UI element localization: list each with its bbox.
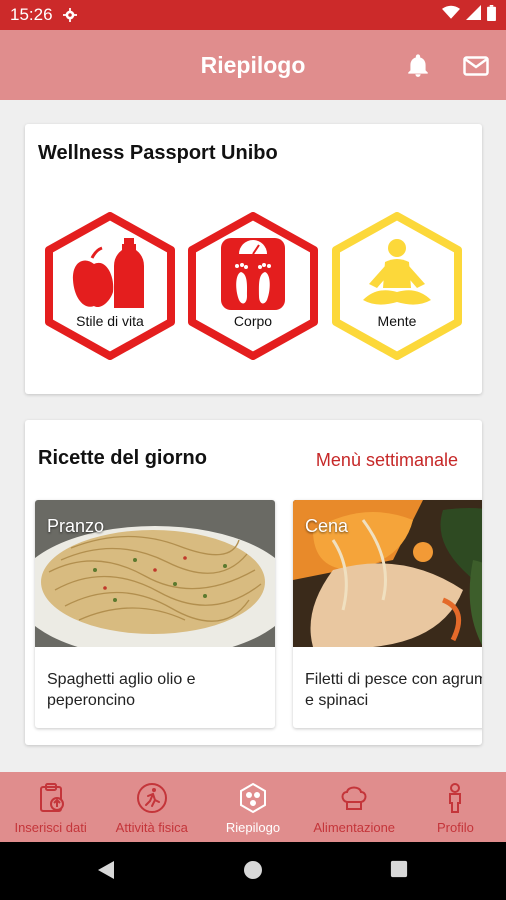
clipboard-upload-icon <box>39 783 64 812</box>
page-title: Riepilogo <box>200 51 306 78</box>
badge-body[interactable]: Corpo <box>188 212 318 360</box>
recipe-meal-label: Cena <box>305 516 349 536</box>
home-icon[interactable] <box>243 860 263 885</box>
notifications-bell-icon[interactable] <box>404 52 432 80</box>
badge-body-label: Corpo <box>233 313 273 329</box>
nav-nutrition-label: Alimentazione <box>313 820 396 835</box>
recipe-meal-label: Pranzo <box>47 516 105 536</box>
recents-icon[interactable] <box>390 860 408 883</box>
recipes-title: Ricette del giorno <box>38 447 207 469</box>
weekly-menu-link[interactable]: Menù settimanale <box>316 450 458 471</box>
scale-feet-icon <box>221 238 285 310</box>
system-navigation-bar <box>0 842 506 900</box>
settings-gear-icon <box>62 8 77 22</box>
wifi-icon <box>442 5 460 25</box>
battery-icon <box>487 4 496 26</box>
chef-hat-icon <box>341 786 367 810</box>
running-icon <box>136 783 167 813</box>
meditation-icon <box>363 239 431 305</box>
badge-lifestyle-label: Stile di vita <box>76 313 144 329</box>
badge-lifestyle[interactable]: Stile di vita <box>45 212 175 360</box>
nav-profile-label: Profilo <box>436 820 474 835</box>
bottom-nav: Inserisci dati Attività fisica Riepilogo… <box>0 772 506 842</box>
wellness-passport-card: Wellness Passport Unibo Stile di vita Co… <box>25 124 482 394</box>
person-icon <box>449 783 462 813</box>
app-bar: Riepilogo <box>0 30 506 100</box>
main-content[interactable]: Wellness Passport Unibo Stile di vita Co… <box>0 100 506 772</box>
recipe-card-lunch[interactable]: Pranzo Spaghetti aglio olio e peperoncin… <box>35 500 275 728</box>
recipe-name: Spaghetti aglio olio e peperoncino <box>47 671 196 709</box>
nav-summary-label: Riepilogo <box>225 820 281 835</box>
nav-profile[interactable]: Profilo <box>405 772 506 842</box>
status-time: 15:26 <box>10 5 53 24</box>
badge-mind[interactable]: Mente <box>332 212 462 360</box>
nav-physical-activity[interactable]: Attività fisica <box>101 772 202 842</box>
signal-icon <box>466 5 481 25</box>
summary-hexagon-icon <box>240 782 266 814</box>
badge-mind-label: Mente <box>377 313 417 329</box>
passport-title: Wellness Passport Unibo <box>38 142 278 164</box>
recipe-name: Filetti di pesce con agrumi e spinaci <box>305 671 482 709</box>
apple-bottle-icon <box>72 238 144 308</box>
recipes-card: Ricette del giorno Menù settimanale Pran… <box>25 420 482 745</box>
nav-summary[interactable]: Riepilogo <box>202 772 303 842</box>
recipe-card-dinner[interactable]: Cena Filetti di pesce con agrumi e spina… <box>293 500 482 728</box>
nav-physical-activity-label: Attività fisica <box>115 820 188 835</box>
nav-nutrition[interactable]: Alimentazione <box>304 772 405 842</box>
nav-insert-data[interactable]: Inserisci dati <box>0 772 101 842</box>
back-icon[interactable] <box>96 860 116 885</box>
nav-insert-data-label: Inserisci dati <box>14 820 87 835</box>
status-bar: 15:26 <box>0 0 506 30</box>
mail-icon[interactable] <box>462 52 490 80</box>
